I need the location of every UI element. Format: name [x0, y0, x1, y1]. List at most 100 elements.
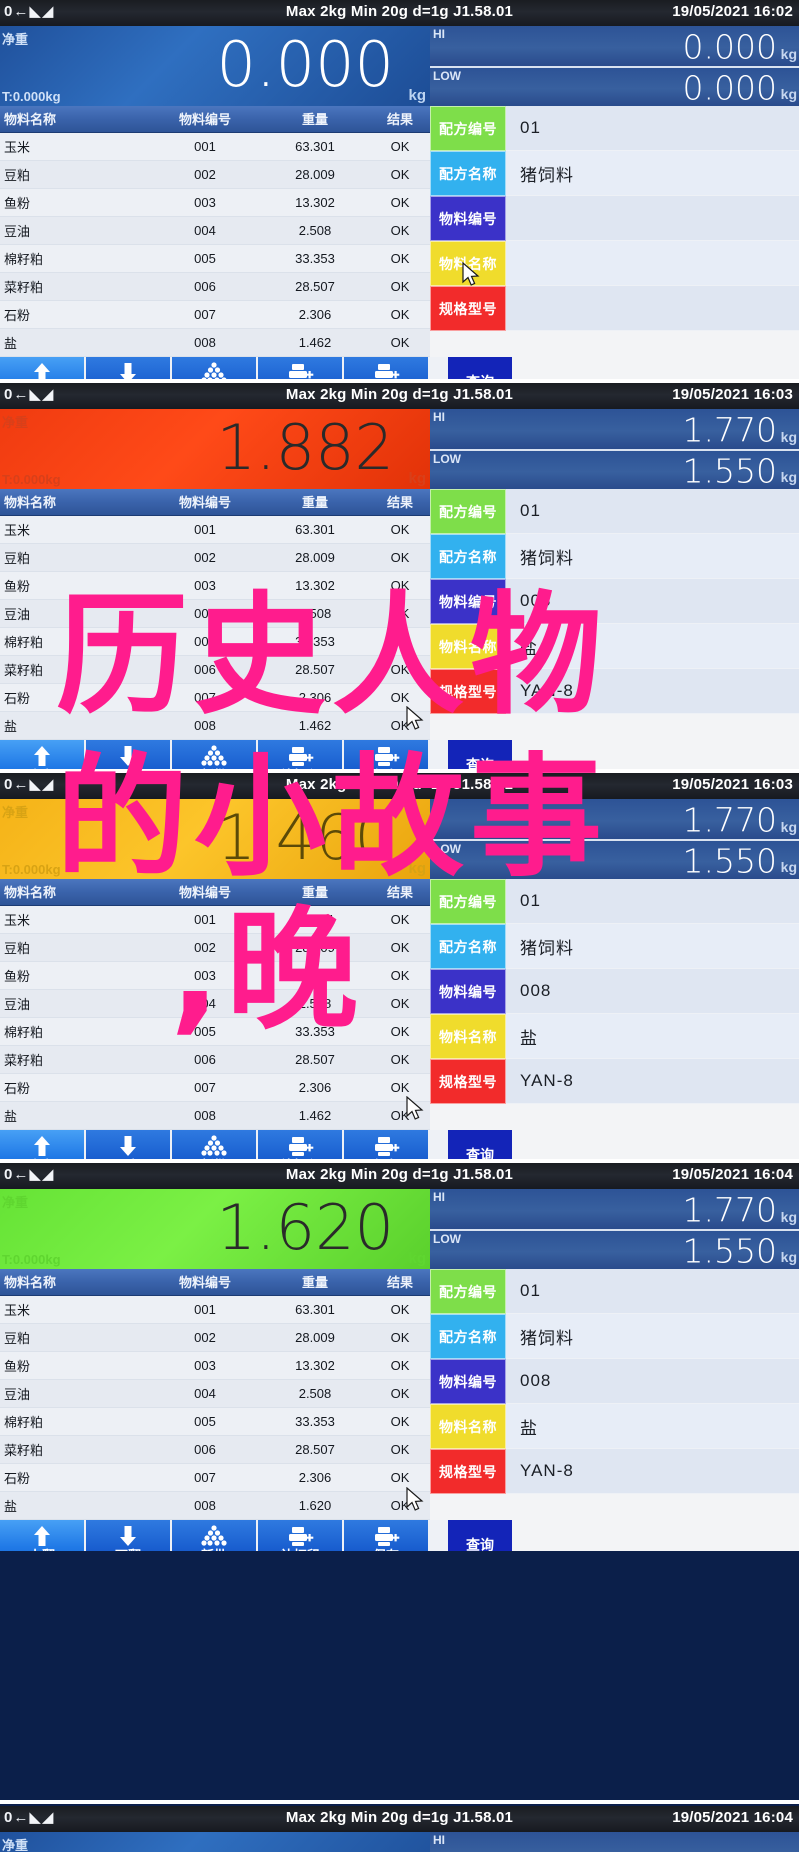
zero-indicator-icon: 0←◣◢ [4, 386, 55, 403]
cell-name: 豆粕 [0, 160, 150, 189]
field-label-recipe-number[interactable]: 配方编号 [430, 1269, 506, 1314]
page-down-button[interactable]: 下翻 [86, 1520, 172, 1551]
new-batch-button[interactable]: 新批 [172, 1520, 258, 1551]
col-header-material-name: 物料名称 [0, 106, 150, 133]
page-up-button[interactable]: 上翻 [0, 1520, 86, 1551]
field-value-recipe-name[interactable]: 猪饲料 [506, 151, 799, 196]
cell-res: OK [370, 1463, 430, 1492]
new-batch-button[interactable]: 新批 [172, 740, 258, 771]
cell-name: 玉米 [0, 1295, 150, 1324]
field-value-spec-model[interactable]: YAN-8 [506, 669, 799, 714]
new-batch-button[interactable]: 新批 [172, 357, 258, 381]
field-value-material-number[interactable]: 008 [506, 1359, 799, 1404]
field-value-material-number[interactable]: 008 [506, 969, 799, 1014]
batch-icon [200, 743, 228, 769]
table-row: 盐 008 1.462 OK [0, 328, 430, 357]
field-label-material-name[interactable]: 物料名称 [430, 1014, 506, 1059]
low-limit-label: LOW [433, 69, 461, 83]
page-down-button[interactable]: 下翻 [86, 740, 172, 771]
field-label-spec-model[interactable]: 规格型号 [430, 669, 506, 714]
field-value-spec-model[interactable] [506, 286, 799, 331]
cell-name: 石粉 [0, 300, 150, 329]
field-label-material-number[interactable]: 物料编号 [430, 579, 506, 624]
field-label-recipe-number[interactable]: 配方编号 [430, 879, 506, 924]
field-label-recipe-name[interactable]: 配方名称 [430, 151, 506, 196]
save-button[interactable]: 保存 [344, 357, 430, 381]
form-row-spec-model: 规格型号 [430, 286, 799, 331]
hi-limit-label: HI [433, 410, 445, 424]
cell-wt: 28.009 [260, 160, 370, 189]
cell-wt: 33.353 [260, 1407, 370, 1436]
field-value-spec-model[interactable]: YAN-8 [506, 1059, 799, 1104]
field-value-recipe-number[interactable]: 01 [506, 879, 799, 924]
low-limit-label: LOW [433, 842, 461, 856]
field-label-recipe-number[interactable]: 配方编号 [430, 106, 506, 151]
field-value-material-number[interactable] [506, 196, 799, 241]
field-label-recipe-number[interactable]: 配方编号 [430, 489, 506, 534]
reprint-button[interactable]: 补打印 [258, 1130, 344, 1161]
field-value-recipe-name[interactable]: 猪饲料 [506, 924, 799, 969]
query-button[interactable]: 查询 [448, 1520, 512, 1551]
field-label-material-number[interactable]: 物料编号 [430, 196, 506, 241]
field-label-recipe-name[interactable]: 配方名称 [430, 1314, 506, 1359]
cell-name: 石粉 [0, 683, 150, 712]
cell-wt: 63.301 [260, 905, 370, 934]
query-button[interactable]: 查询 [448, 1130, 512, 1161]
field-label-recipe-name[interactable]: 配方名称 [430, 534, 506, 579]
table-row: 石粉 007 2.306 OK [0, 1463, 430, 1492]
field-value-recipe-number[interactable]: 01 [506, 1269, 799, 1314]
reprint-button[interactable]: 补打印 [258, 357, 344, 381]
cell-res: OK [370, 1017, 430, 1046]
cell-res: OK [370, 300, 430, 329]
scale-screenshot-collage: 0←◣◢ Max 2kg Min 20g d=1g J1.58.01 19/05/2… [0, 0, 799, 1852]
cell-code: 006 [150, 272, 260, 301]
material-table-container: 物料名称 物料编号 重量 结果 玉米 001 63.301 OK 豆粕 002 28.009 OK 鱼粉… [0, 1269, 430, 1520]
query-button[interactable]: 查询 [448, 357, 512, 381]
field-label-material-name[interactable]: 物料名称 [430, 624, 506, 669]
field-value-spec-model[interactable]: YAN-8 [506, 1449, 799, 1494]
field-value-material-name[interactable] [506, 241, 799, 286]
field-label-material-number[interactable]: 物料编号 [430, 969, 506, 1014]
net-weight-unit: kg [408, 87, 426, 104]
field-label-spec-model[interactable]: 规格型号 [430, 1059, 506, 1104]
field-label-material-name[interactable]: 物料名称 [430, 1404, 506, 1449]
field-label-material-name[interactable]: 物料名称 [430, 241, 506, 286]
field-value-material-name[interactable]: 盐 [506, 1014, 799, 1059]
col-header-material-code: 物料编号 [150, 489, 260, 516]
field-value-recipe-number[interactable]: 01 [506, 489, 799, 534]
recipe-form: 配方编号 01 配方名称 猪饲料 物料编号 008 物料名称盐规格型号 YAN-8 [430, 489, 799, 740]
page-up-button[interactable]: 上翻 [0, 1130, 86, 1161]
page-up-button[interactable]: 上翻 [0, 357, 86, 381]
field-value-material-name[interactable]: 盐 [506, 624, 799, 669]
page-down-button[interactable]: 下翻 [86, 1130, 172, 1161]
cell-res: OK [370, 655, 430, 684]
col-header-material-code: 物料编号 [150, 1269, 260, 1296]
col-header-result: 结果 [370, 489, 430, 516]
field-value-material-name[interactable]: 盐 [506, 1404, 799, 1449]
save-button[interactable]: 保存 [344, 1520, 430, 1551]
new-batch-button[interactable]: 新批 [172, 1130, 258, 1161]
field-label-spec-model[interactable]: 规格型号 [430, 1449, 506, 1494]
cell-res: OK [370, 1101, 430, 1130]
field-label-spec-model[interactable]: 规格型号 [430, 286, 506, 331]
page-up-button[interactable]: 上翻 [0, 740, 86, 771]
field-value-recipe-name[interactable]: 猪饲料 [506, 534, 799, 579]
query-button[interactable]: 查询 [448, 740, 512, 771]
table-row: 菜籽粕 006 28.507 OK [0, 655, 430, 684]
field-value-recipe-name[interactable]: 猪饲料 [506, 1314, 799, 1359]
cell-name: 石粉 [0, 1463, 150, 1492]
field-label-material-number[interactable]: 物料编号 [430, 1359, 506, 1404]
cell-res: OK [370, 543, 430, 572]
field-label-recipe-name[interactable]: 配方名称 [430, 924, 506, 969]
toolbar-filler [512, 1130, 799, 1161]
save-button[interactable]: 保存 [344, 1130, 430, 1161]
field-value-recipe-number[interactable]: 01 [506, 106, 799, 151]
save-button[interactable]: 保存 [344, 740, 430, 771]
cell-res: OK [370, 1045, 430, 1074]
reprint-button[interactable]: 补打印 [258, 1520, 344, 1551]
reprint-button[interactable]: 补打印 [258, 740, 344, 771]
toolbar-filler [512, 740, 799, 771]
low-limit-label: LOW [433, 452, 461, 466]
page-down-button[interactable]: 下翻 [86, 357, 172, 381]
field-value-material-number[interactable]: 008 [506, 579, 799, 624]
